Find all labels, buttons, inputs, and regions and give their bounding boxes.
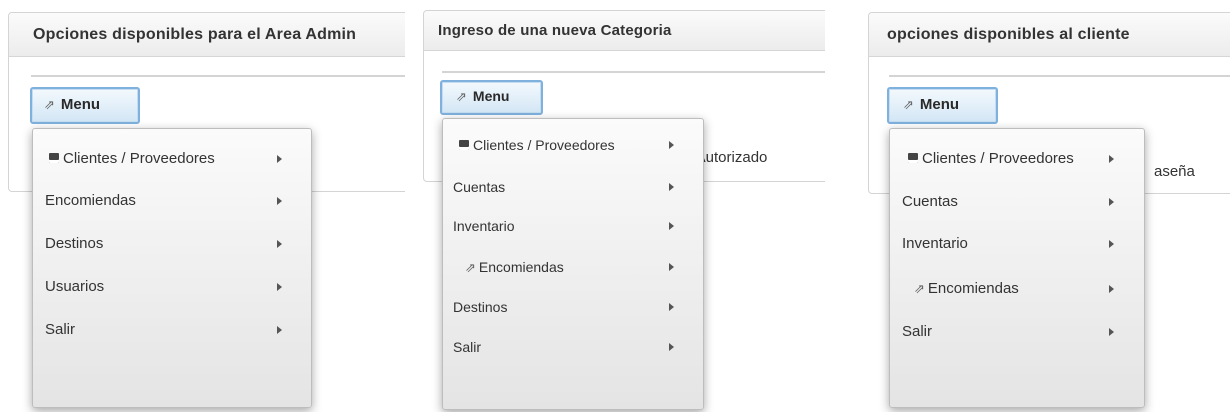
menu-item-label: Inventario (902, 235, 968, 252)
menu-button[interactable]: ⇗ Menu (30, 87, 140, 124)
external-link-icon: ⇗ (456, 89, 467, 104)
menu-item-label: Encomiendas (927, 280, 1019, 297)
menu-item-label: Clientes / Proveedores (922, 150, 1074, 167)
external-link-icon: ⇗ (44, 97, 55, 112)
chevron-right-icon (277, 155, 282, 163)
book-icon (908, 153, 918, 163)
menu-item-clientes-proveedores[interactable]: Clientes / Proveedores (443, 130, 703, 160)
menu-item-label: Cuentas (453, 179, 506, 195)
menu-dropdown: Clientes / Proveedores Cuentas Inventari… (442, 118, 704, 410)
divider (31, 75, 405, 77)
chevron-right-icon (669, 263, 674, 271)
panel-categoria: Ingreso de una nueva Categoria l Autoriz… (415, 0, 825, 412)
panel-header: Ingreso de una nueva Categoria (424, 11, 825, 51)
chevron-right-icon (669, 343, 674, 351)
menu-item-salir[interactable]: Salir (890, 317, 1144, 347)
chevron-right-icon (1109, 198, 1114, 206)
menu-item-cuentas[interactable]: Cuentas (890, 187, 1144, 217)
menu-dropdown: Clientes / Proveedores Cuentas Inventari… (889, 128, 1145, 408)
menu-item-label: Destinos (45, 235, 104, 252)
menu-item-encomiendas[interactable]: ⇗ Encomiendas (890, 274, 1144, 304)
menu-item-salir[interactable]: Salir (443, 332, 703, 362)
panel-title: opciones disponibles al cliente (887, 26, 1130, 43)
chevron-right-icon (277, 197, 282, 205)
chevron-right-icon (277, 240, 282, 248)
chevron-right-icon (669, 303, 674, 311)
menu-item-cuentas[interactable]: Cuentas (443, 172, 703, 202)
menu-item-label: Destinos (453, 299, 508, 315)
chevron-right-icon (669, 183, 674, 191)
menu-item-label: Inventario (453, 218, 515, 234)
menu-item-inventario[interactable]: Inventario (890, 229, 1144, 259)
book-icon (49, 153, 59, 163)
chevron-right-icon (1109, 328, 1114, 336)
chevron-right-icon (1109, 155, 1114, 163)
external-link-icon: ⇗ (465, 260, 476, 275)
chevron-right-icon (669, 141, 674, 149)
menu-button[interactable]: ⇗ Menu (440, 80, 543, 115)
menu-button[interactable]: ⇗ Menu (887, 87, 998, 124)
chevron-right-icon (277, 326, 282, 334)
menu-item-label: Salir (902, 323, 933, 340)
menu-item-clientes-proveedores[interactable]: Clientes / Proveedores (33, 144, 311, 174)
panel-header: opciones disponibles al cliente (869, 13, 1230, 57)
menu-item-label: Clientes / Proveedores (63, 150, 215, 167)
divider (889, 75, 1230, 77)
chevron-right-icon (669, 222, 674, 230)
menu-item-destinos[interactable]: Destinos (443, 292, 703, 322)
menu-item-encomiendas[interactable]: ⇗ Encomiendas (443, 252, 703, 282)
panel-header: Opciones disponibles para el Area Admin (9, 13, 405, 57)
menu-item-label: Usuarios (45, 278, 105, 295)
menu-button-label: Menu (472, 88, 510, 104)
menu-item-destinos[interactable]: Destinos (33, 229, 311, 259)
menu-item-label: Cuentas (902, 193, 958, 210)
panel-title: Ingreso de una nueva Categoria (438, 22, 672, 39)
menu-item-label: Encomiendas (45, 192, 136, 209)
menu-item-label: Clientes / Proveedores (473, 137, 615, 153)
menu-item-encomiendas[interactable]: Encomiendas (33, 186, 311, 216)
menu-item-clientes-proveedores[interactable]: Clientes / Proveedores (890, 144, 1144, 174)
panel-cliente: opciones disponibles al cliente aseña ⇗ M… (860, 0, 1230, 412)
menu-item-label: Salir (453, 339, 482, 355)
behind-text: aseña (1154, 163, 1195, 180)
menu-item-usuarios[interactable]: Usuarios (33, 272, 311, 302)
panel-title: Opciones disponibles para el Area Admin (33, 26, 357, 43)
menu-button-label: Menu (60, 96, 101, 113)
menu-item-inventario[interactable]: Inventario (443, 211, 703, 241)
menu-dropdown: Clientes / Proveedores Encomiendas Desti… (32, 128, 312, 408)
divider (442, 71, 825, 73)
menu-item-label: Salir (45, 321, 76, 338)
external-link-icon: ⇗ (903, 97, 914, 112)
menu-item-label: Encomiendas (478, 259, 564, 275)
chevron-right-icon (1109, 285, 1114, 293)
book-icon (459, 140, 469, 150)
external-link-icon: ⇗ (914, 281, 925, 296)
menu-item-salir[interactable]: Salir (33, 315, 311, 345)
chevron-right-icon (1109, 240, 1114, 248)
menu-button-label: Menu (919, 96, 960, 113)
chevron-right-icon (277, 283, 282, 291)
panel-admin: Opciones disponibles para el Area Admin … (0, 0, 405, 412)
